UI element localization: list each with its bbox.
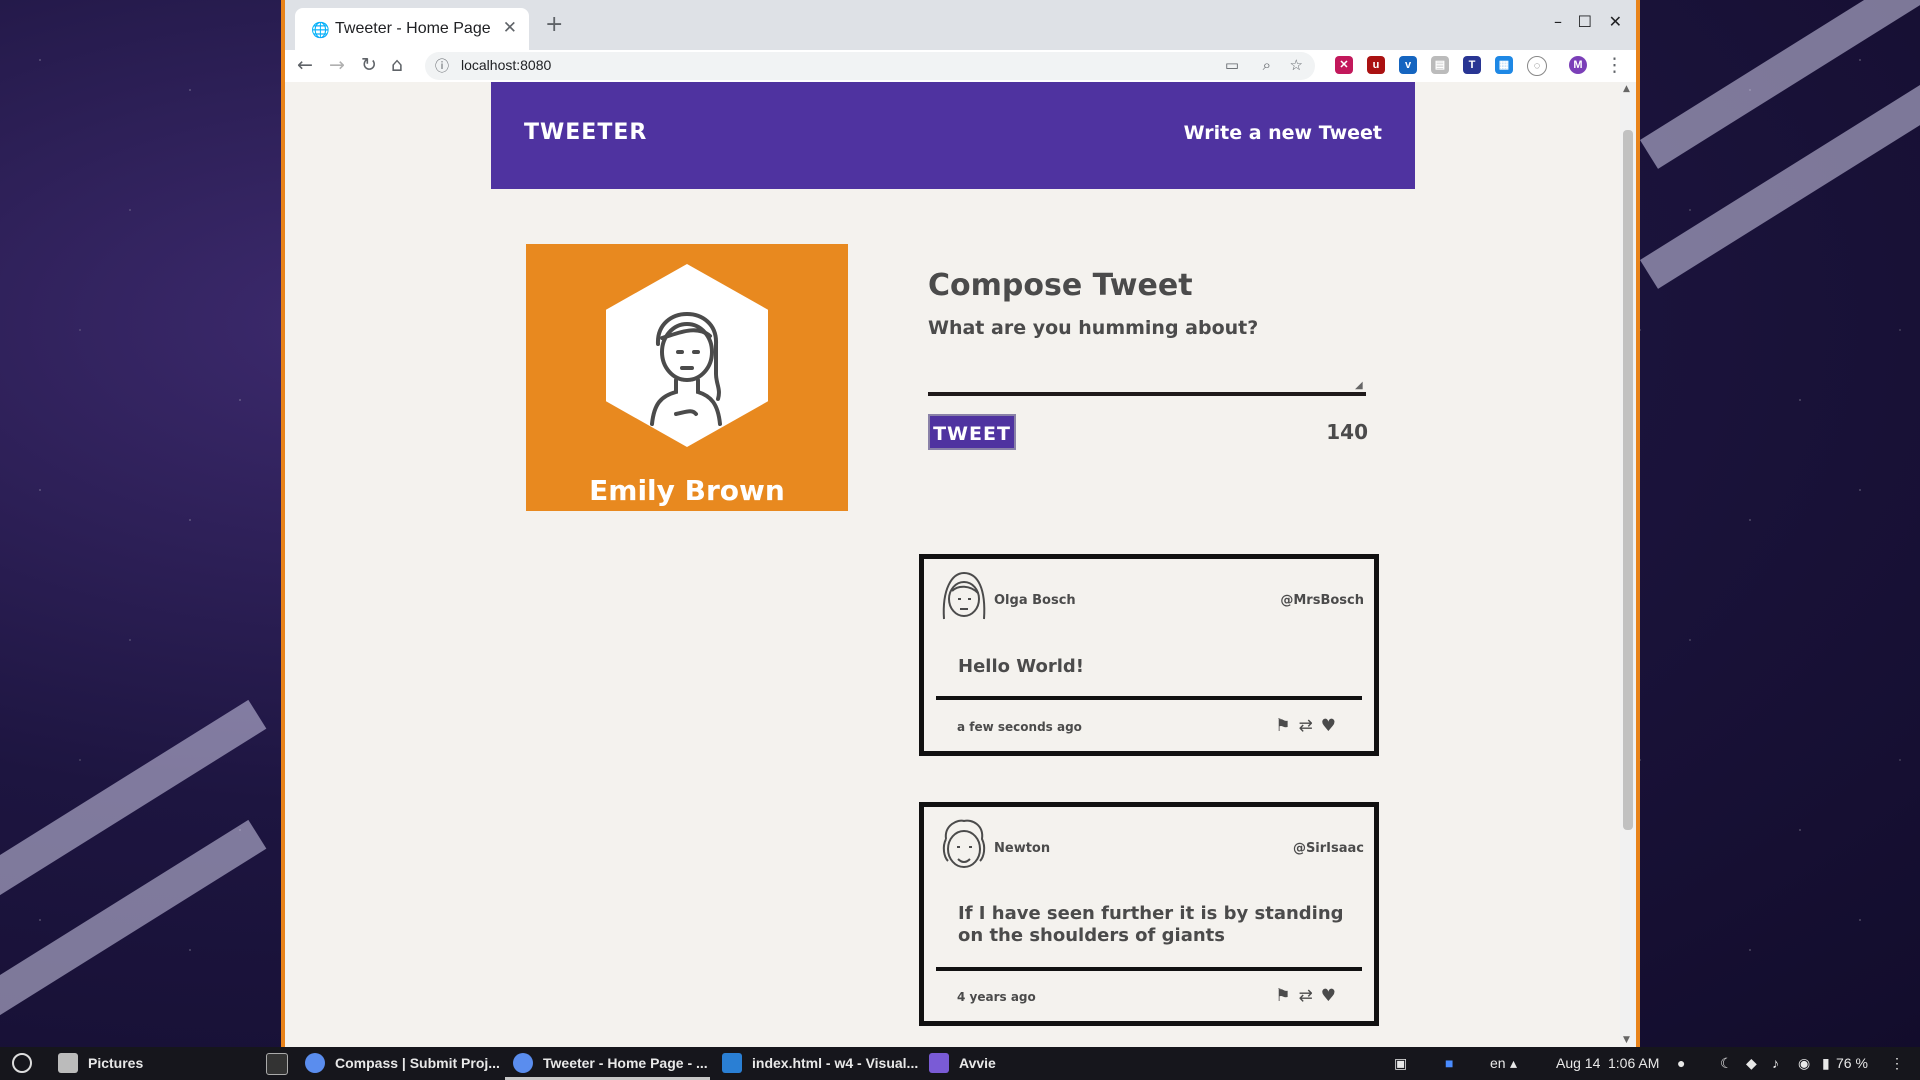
avatar-hexagon (606, 264, 768, 447)
address-bar[interactable]: ⓘ localhost:8080 ▭ ⌕ ☆ (425, 52, 1315, 80)
menu-icon[interactable]: ⋮ (1605, 54, 1624, 76)
toolbar: ← → ↻ ⌂ ⓘ localhost:8080 ▭ ⌕ ☆ ✕ u v ▤ T… (285, 50, 1636, 82)
clock-date[interactable]: Aug 14 (1556, 1055, 1600, 1071)
maximize-icon[interactable]: ☐ (1578, 12, 1592, 31)
ublock-icon[interactable]: u (1367, 56, 1385, 74)
url-text: localhost:8080 (461, 57, 552, 73)
site-nav: TWEETER Write a new Tweet (491, 82, 1415, 189)
profile-name: Emily Brown (589, 474, 785, 507)
reload-icon[interactable]: ↻ (361, 54, 377, 76)
scroll-down-icon[interactable]: ▼ (1623, 1035, 1630, 1045)
folder-icon[interactable] (58, 1053, 78, 1073)
tab-strip: 🌐 Tweeter - Home Page ✕ + – ☐ ✕ (285, 0, 1636, 50)
trello-icon[interactable]: T (1463, 56, 1481, 74)
heart-icon[interactable]: ♥ (1321, 716, 1344, 736)
tweet-timestamp: a few seconds ago (957, 720, 1082, 734)
tweet-actions: ⚑⇄♥ (1275, 986, 1344, 1006)
start-menu-icon[interactable] (12, 1053, 32, 1073)
keyboard-language[interactable]: en (1490, 1055, 1506, 1071)
retweet-icon[interactable]: ⇄ (1299, 716, 1321, 736)
tweet-timestamp: 4 years ago (957, 990, 1036, 1004)
user-avatar-icon (942, 571, 986, 620)
tweet-card: Olga Bosch @MrsBosch Hello World! a few … (919, 554, 1379, 756)
flag-icon[interactable]: ⚑ (1275, 716, 1298, 736)
tweet-divider (936, 967, 1362, 971)
tweet-text: If I have seen further it is by standing… (958, 903, 1344, 946)
tweet-actions: ⚑⇄♥ (1275, 716, 1344, 736)
extension-circle-icon[interactable]: ◌ (1527, 56, 1547, 76)
terminal-icon[interactable] (266, 1053, 288, 1075)
tab-title: Tweeter - Home Page (335, 20, 491, 37)
night-mode-icon[interactable]: ☾ (1720, 1055, 1733, 1072)
back-icon[interactable]: ← (297, 54, 313, 76)
tweet-divider (936, 696, 1362, 700)
monitor-icon[interactable]: ▣ (1394, 1055, 1407, 1072)
new-tab-icon[interactable]: + (545, 12, 563, 37)
flag-icon[interactable]: ⚑ (1275, 986, 1298, 1006)
user-avatar-icon (942, 819, 986, 868)
home-icon[interactable]: ⌂ (391, 54, 403, 76)
tweet-card: Newton @SirIsaac If I have seen further … (919, 802, 1379, 1026)
forward-icon[interactable]: → (329, 54, 345, 76)
compose-prompt: What are you humming about? (928, 317, 1259, 339)
taskbar-item-pictures[interactable]: Pictures (88, 1055, 143, 1071)
battery-icon[interactable]: ▮ (1822, 1055, 1830, 1072)
extension-mail-icon[interactable]: ▤ (1431, 56, 1449, 74)
chevron-up-icon[interactable]: ▴ (1510, 1055, 1517, 1072)
notification-dot-icon[interactable]: ● (1677, 1055, 1685, 1071)
tweet-text: Hello World! (958, 656, 1084, 677)
compose-heading: Compose Tweet (928, 268, 1193, 303)
taskbar-item-tweeter[interactable]: Tweeter - Home Page - ... (543, 1055, 708, 1071)
taskbar: Pictures Compass | Submit Proj... Tweete… (0, 1047, 1920, 1080)
page-scrollbar[interactable]: ▲ ▼ (1620, 82, 1636, 1047)
bookmark-star-icon[interactable]: ☆ (1290, 56, 1303, 74)
vscode-icon[interactable] (722, 1053, 742, 1073)
scrollbar-thumb[interactable] (1623, 130, 1633, 830)
tweet-button[interactable]: TWEET (928, 414, 1016, 450)
char-counter: 140 (1326, 420, 1368, 444)
heart-icon[interactable]: ♥ (1321, 986, 1344, 1006)
minimize-icon[interactable]: – (1554, 12, 1562, 31)
brand-logo[interactable]: TWEETER (524, 120, 647, 145)
browser-tab[interactable]: 🌐 Tweeter - Home Page ✕ (295, 8, 529, 50)
chrome-icon[interactable] (513, 1053, 533, 1073)
volume-icon[interactable]: ♪ (1772, 1055, 1779, 1071)
extension-icon[interactable]: ✕ (1335, 56, 1353, 74)
resize-grip-icon[interactable]: ◢ (1355, 380, 1363, 391)
taskbar-item-avvie[interactable]: Avvie (959, 1055, 996, 1071)
retweet-icon[interactable]: ⇄ (1299, 986, 1321, 1006)
battery-level: 76 % (1836, 1055, 1868, 1071)
globe-icon: 🌐 (311, 21, 330, 39)
close-window-icon[interactable]: ✕ (1609, 12, 1622, 31)
extension-v-icon[interactable]: v (1399, 56, 1417, 74)
chrome-icon[interactable] (305, 1053, 325, 1073)
zoom-icon[interactable]: ⌕ (1263, 56, 1271, 74)
zoom-app-icon[interactable]: ■ (1445, 1055, 1453, 1071)
tweet-textarea[interactable] (928, 350, 1366, 396)
wifi-icon[interactable]: ◆ (1746, 1055, 1757, 1072)
taskbar-item-vscode[interactable]: index.html - w4 - Visual... (752, 1055, 918, 1071)
taskbar-item-compass[interactable]: Compass | Submit Proj... (335, 1055, 500, 1071)
overflow-menu-icon[interactable]: ⋮ (1890, 1055, 1904, 1072)
info-icon[interactable]: ⓘ (435, 56, 449, 76)
tweet-user-handle: @SirIsaac (1292, 841, 1364, 856)
tweet-user-name: Newton (994, 841, 1051, 856)
page-viewport: TWEETER Write a new Tweet Emily Brown Co… (285, 82, 1636, 1047)
profile-card: Emily Brown (526, 244, 848, 511)
profile-avatar-icon[interactable]: M (1569, 56, 1587, 74)
tweet-user-handle: @MrsBosch (1280, 593, 1364, 608)
close-tab-icon[interactable]: ✕ (503, 18, 517, 38)
tweet-user-name: Olga Bosch (994, 593, 1076, 608)
cast-icon[interactable]: ▭ (1225, 56, 1239, 74)
woman-avatar-icon (650, 312, 722, 426)
avvie-icon[interactable] (929, 1053, 949, 1073)
write-tweet-link[interactable]: Write a new Tweet (1184, 122, 1382, 144)
extension-window-icon[interactable]: ▦ (1495, 56, 1513, 74)
clock-time[interactable]: 1:06 AM (1608, 1055, 1659, 1071)
browser-window: 🌐 Tweeter - Home Page ✕ + – ☐ ✕ ← → ↻ ⌂ … (281, 0, 1640, 1047)
scroll-up-icon[interactable]: ▲ (1623, 84, 1630, 94)
microphone-icon[interactable]: ◉ (1798, 1055, 1810, 1072)
